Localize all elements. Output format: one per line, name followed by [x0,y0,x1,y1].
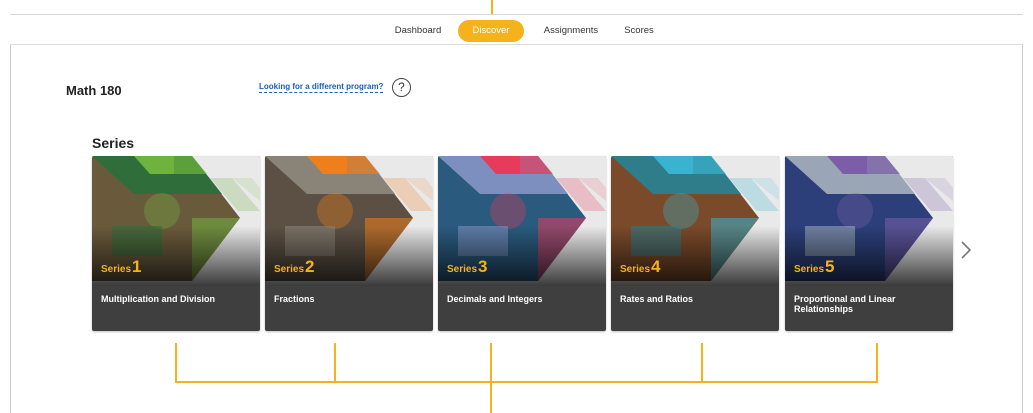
different-program-link[interactable]: Looking for a different program? [259,82,384,93]
card-image-shade [785,226,953,286]
series-card-title: Fractions [274,294,315,304]
series-number-label: Series1 [101,257,142,277]
series-number-label: Series2 [274,257,315,277]
bracket-tick-4 [701,343,703,383]
series-number-label: Series5 [794,257,835,277]
series-card-3[interactable]: Series3 Decimals and Integers [438,156,606,331]
series-number: 5 [825,257,835,276]
bracket-center-stem [490,343,492,413]
card-image-shade [611,226,779,286]
bracket-bar [175,381,878,383]
chevron-right-icon[interactable] [959,240,973,260]
series-card-5[interactable]: Series5 Proportional and Linear Relations… [785,156,953,331]
series-number: 2 [305,257,315,276]
series-prefix: Series [620,264,651,275]
card-image-shade [92,226,260,286]
top-navigation: Dashboard Discover Assignments Scores [10,14,1023,45]
nav-tab-assignments[interactable]: Assignments [536,20,606,42]
series-prefix: Series [447,264,478,275]
card-image-shade [438,226,606,286]
bracket-tick-5 [876,343,878,383]
series-number-label: Series4 [620,257,661,277]
series-card-4[interactable]: Series4 Rates and Ratios [611,156,779,331]
series-number-label: Series3 [447,257,488,277]
program-title: Math 180 [66,83,122,98]
card-image-shade [265,226,433,286]
series-card-2[interactable]: Series2 Fractions [265,156,433,331]
series-card-title: Decimals and Integers [447,294,543,304]
series-number: 3 [478,257,488,276]
nav-tab-discover[interactable]: Discover [458,20,524,42]
nav-tab-dashboard[interactable]: Dashboard [386,20,450,42]
question-circle-icon[interactable]: ? [392,78,411,97]
bracket-tick-2 [334,343,336,383]
frame-right-border [1022,14,1023,413]
series-card-1[interactable]: Series1 Multiplication and Division [92,156,260,331]
series-prefix: Series [101,264,132,275]
nav-tab-scores[interactable]: Scores [617,20,661,42]
bracket-tick-1 [175,343,177,383]
series-card-title: Multiplication and Division [101,294,216,304]
series-prefix: Series [274,264,305,275]
series-number: 1 [132,257,142,276]
series-card-title: Proportional and Linear Relationships [794,294,896,314]
series-prefix: Series [794,264,825,275]
series-number: 4 [651,257,661,276]
series-heading: Series [92,135,135,151]
frame-left-border [10,14,11,413]
series-card-title: Rates and Ratios [620,294,694,304]
